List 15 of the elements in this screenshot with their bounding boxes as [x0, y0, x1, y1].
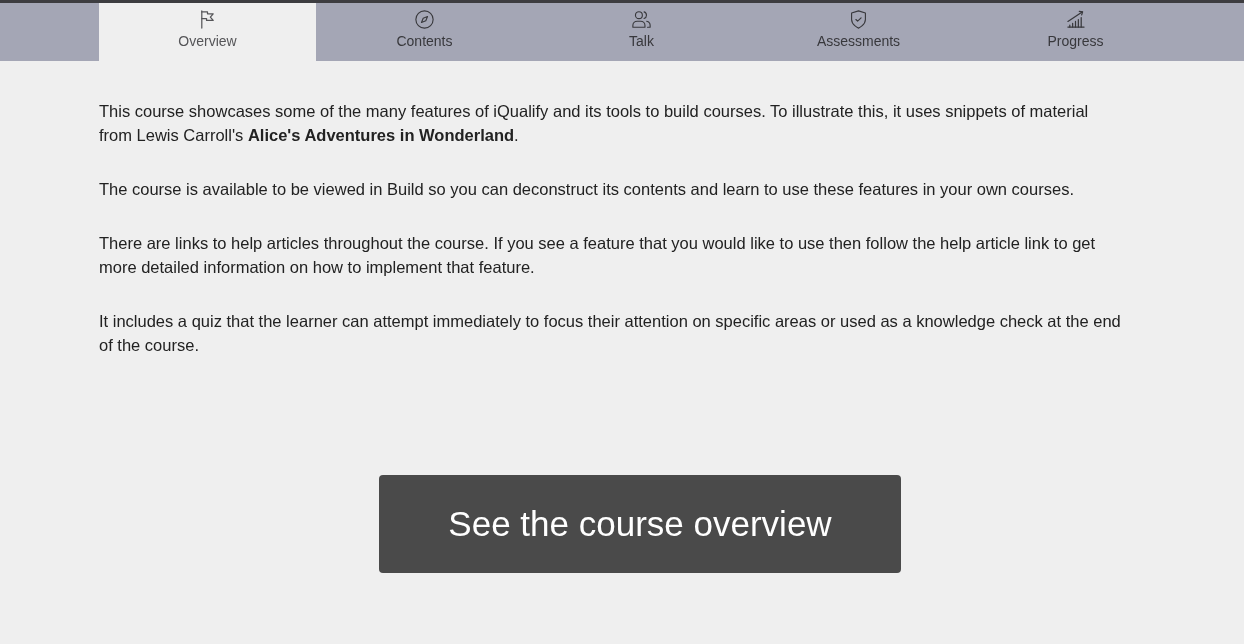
nav-tab[interactable]: Overview [99, 3, 316, 61]
flag-icon [198, 10, 217, 29]
bar-chart-icon [1066, 10, 1085, 29]
body-paragraph: The course is available to be viewed in Build so you can deconstruct its contents and learn to use these features in your own courses. [99, 179, 1075, 200]
compass-icon [415, 10, 434, 29]
body-paragraph: There are links to help articles throughout the course. If you see a feature that you would like to use then follow the help article link to get more detailed information on how to implement that feature. [99, 233, 1097, 278]
course-overview-button[interactable]: See the course overview [379, 475, 901, 573]
nav-tab[interactable]: Talk [533, 3, 750, 61]
nav-tab[interactable]: Contents [316, 3, 533, 61]
body-paragraph: This course showcases some of the many features of iQualify and its tools to build courses. To illustrate this, it uses snippets of material from Lewis Carroll's Alice's Adventures in Wonderland. [99, 101, 1090, 146]
nav-tab[interactable]: Progress [967, 3, 1184, 61]
users-icon [632, 10, 651, 29]
nav-tab[interactable]: Assessments [750, 3, 967, 61]
shield-check-icon [849, 10, 868, 29]
body-paragraph: It includes a quiz that the learner can attempt immediately to focus their attention on specific areas or used as a knowledge check at the end of the course. [99, 311, 1122, 356]
